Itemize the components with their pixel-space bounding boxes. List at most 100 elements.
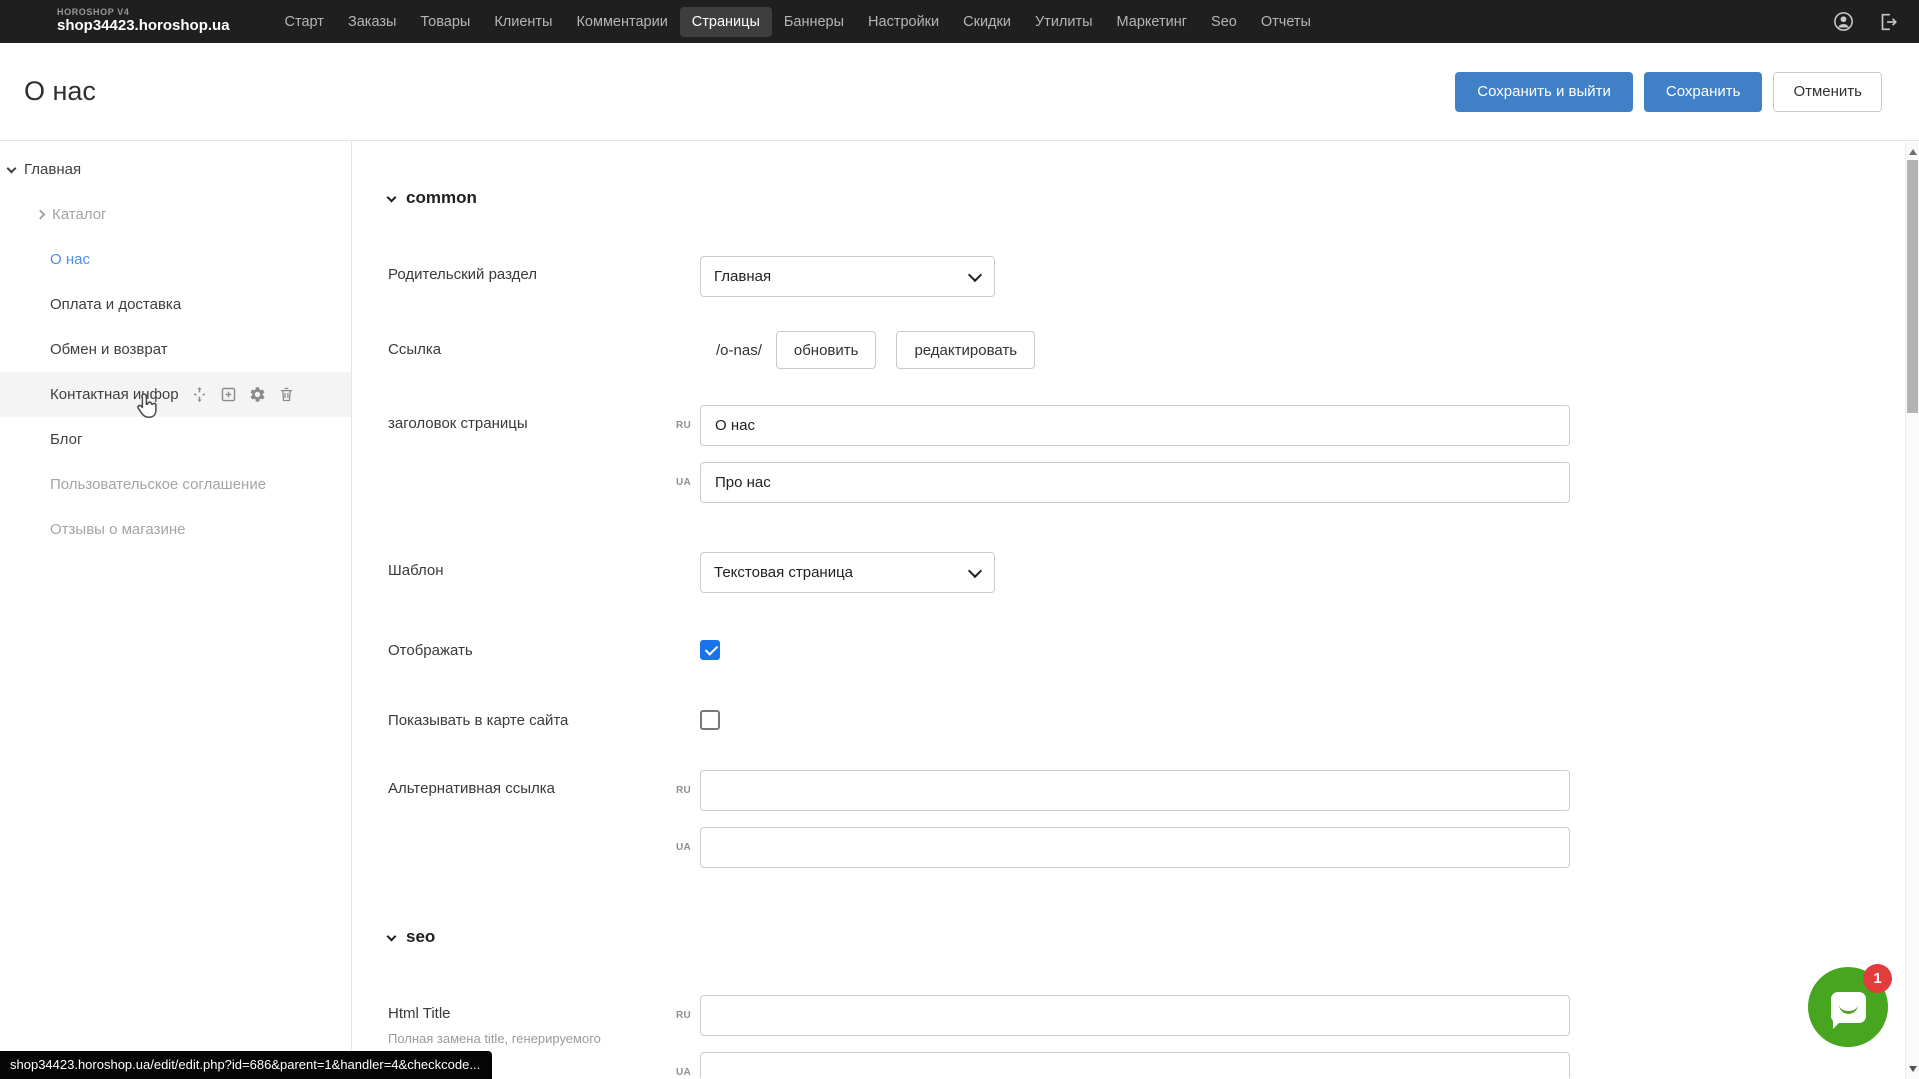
page-title: О нас — [24, 76, 96, 107]
chat-widget: 1 — [1808, 967, 1888, 1047]
tree-item-blog[interactable]: Блог — [0, 417, 351, 462]
nav-marketing[interactable]: Маркетинг — [1105, 7, 1200, 37]
html-title-ru-input[interactable] — [700, 995, 1570, 1036]
section-common-title: common — [406, 188, 477, 208]
vertical-scrollbar — [1905, 142, 1919, 1079]
tree-item-oplata[interactable]: Оплата и доставка — [0, 282, 351, 327]
scrollbar-down-arrow[interactable] — [1909, 1066, 1917, 1072]
parent-section-select[interactable]: Главная — [700, 256, 995, 297]
link-refresh-button[interactable]: обновить — [776, 331, 877, 369]
chevron-down-icon[interactable] — [7, 163, 17, 173]
alt-link-row: Альтернативная ссылка RU UA — [388, 770, 1919, 868]
tree-item-soglashenie[interactable]: Пользовательское соглашение — [0, 462, 351, 507]
move-icon[interactable] — [191, 386, 208, 403]
ua-badge: UA — [658, 477, 700, 488]
tree-item-glavnaya[interactable]: Главная — [0, 147, 351, 192]
page-title-label: заголовок страницы — [388, 405, 658, 503]
link-label: Ссылка — [388, 331, 658, 369]
add-page-icon[interactable] — [220, 386, 237, 403]
ru-badge: RU — [658, 420, 700, 431]
tree-item-label: Отзывы о магазине — [50, 521, 185, 538]
nav-settings[interactable]: Настройки — [856, 7, 951, 37]
nav-discounts[interactable]: Скидки — [951, 7, 1023, 37]
nav-banners[interactable]: Баннеры — [772, 7, 856, 37]
tree-item-label: О нас — [50, 251, 90, 268]
nav-utilities[interactable]: Утилиты — [1023, 7, 1105, 37]
logout-icon[interactable] — [1877, 11, 1899, 33]
section-common[interactable]: common — [388, 188, 1919, 208]
tree-item-katalog[interactable]: Каталог — [0, 192, 351, 237]
ua-badge: UA — [658, 1067, 700, 1078]
brand[interactable]: HOROSHOP V4 shop34423.horoshop.ua — [57, 8, 230, 34]
tree-item-label: Обмен и возврат — [50, 341, 168, 358]
tree-item-label: Каталог — [52, 206, 107, 223]
tree-item-obmen[interactable]: Обмен и возврат — [0, 327, 351, 372]
trash-icon[interactable] — [278, 386, 295, 403]
scrollbar-up-arrow[interactable] — [1909, 149, 1917, 155]
tree-item-label: Блог — [50, 431, 82, 448]
page-title-row: заголовок страницы RU UA — [388, 405, 1919, 503]
page-edit-form: common Родительский раздел Главная Ссылк… — [352, 141, 1919, 1078]
alt-link-ru-input[interactable] — [700, 770, 1570, 811]
scrollbar-thumb[interactable] — [1907, 160, 1918, 413]
display-row: Отображать — [388, 640, 1919, 660]
ua-badge: UA — [658, 842, 700, 853]
tree-item-label: Пользовательское соглашение — [50, 476, 266, 493]
nav-comments[interactable]: Комментарии — [564, 7, 679, 37]
parent-section-row: Родительский раздел Главная — [388, 256, 1919, 297]
sitemap-row: Показывать в карте сайта — [388, 710, 1919, 730]
link-row: Ссылка /o-nas/ обновить редактировать — [388, 331, 1919, 369]
page-title-ru-input[interactable] — [700, 405, 1570, 446]
topbar: HOROSHOP V4 shop34423.horoshop.ua Старт … — [0, 0, 1919, 43]
save-and-exit-button[interactable]: Сохранить и выйти — [1455, 72, 1633, 112]
parent-section-label: Родительский раздел — [388, 256, 658, 297]
parent-section-select-wrap: Главная — [700, 256, 995, 297]
display-checkbox[interactable] — [700, 640, 720, 660]
alt-link-label: Альтернативная ссылка — [388, 770, 658, 868]
template-select-wrap: Текстовая страница — [700, 552, 995, 593]
pages-tree-sidebar: Главная Каталог О нас Оплата и доставка … — [0, 141, 352, 1078]
nav-pages[interactable]: Страницы — [680, 7, 772, 37]
html-title-ua-input[interactable] — [700, 1052, 1570, 1078]
chat-bubble-icon — [1831, 992, 1866, 1023]
html-title-hint: Полная замена title, генерируемого — [388, 1031, 648, 1046]
tree-item-o-nas[interactable]: О нас — [0, 237, 351, 282]
sitemap-checkbox[interactable] — [700, 710, 720, 730]
tree-item-label: Контактная инфор — [50, 386, 179, 403]
nav-orders[interactable]: Заказы — [336, 7, 408, 37]
section-seo[interactable]: seo — [388, 927, 1919, 947]
sitemap-label: Показывать в карте сайта — [388, 712, 658, 729]
page-title-ua-input[interactable] — [700, 462, 1570, 503]
link-path: /o-nas/ — [716, 342, 762, 359]
brand-domain: shop34423.horoshop.ua — [57, 18, 230, 35]
alt-link-ua-input[interactable] — [700, 827, 1570, 868]
section-seo-title: seo — [406, 927, 435, 947]
user-account-icon[interactable] — [1832, 10, 1855, 33]
tree-item-kontaktnaya[interactable]: Контактная инфор — [0, 372, 351, 417]
display-label: Отображать — [388, 642, 658, 659]
link-edit-button[interactable]: редактировать — [896, 331, 1035, 369]
ru-badge: RU — [658, 1010, 700, 1021]
top-navigation: Старт Заказы Товары Клиенты Комментарии … — [273, 7, 1323, 37]
chat-unread-badge: 1 — [1863, 964, 1892, 993]
chevron-down-icon — [387, 192, 397, 202]
tree-item-otzyvy[interactable]: Отзывы о магазине — [0, 507, 351, 552]
page-header: О нас Сохранить и выйти Сохранить Отмени… — [0, 43, 1919, 141]
nav-seo[interactable]: Seo — [1199, 7, 1249, 37]
nav-start[interactable]: Старт — [273, 7, 336, 37]
status-url-tooltip: shop34423.horoshop.ua/edit/edit.php?id=6… — [0, 1051, 492, 1079]
nav-products[interactable]: Товары — [408, 7, 482, 37]
cancel-button[interactable]: Отменить — [1773, 72, 1882, 112]
nav-clients[interactable]: Клиенты — [482, 7, 564, 37]
template-row: Шаблон Текстовая страница — [388, 552, 1919, 593]
html-title-row: Html Title Полная замена title, генериру… — [388, 995, 1919, 1078]
template-label: Шаблон — [388, 552, 658, 593]
chevron-down-icon — [387, 931, 397, 941]
nav-reports[interactable]: Отчеты — [1249, 7, 1323, 37]
template-select[interactable]: Текстовая страница — [700, 552, 995, 593]
tree-item-label: Главная — [24, 161, 81, 178]
chevron-right-icon[interactable] — [36, 210, 46, 220]
html-title-label: Html Title — [388, 1005, 658, 1022]
gear-icon[interactable] — [249, 386, 266, 403]
save-button[interactable]: Сохранить — [1644, 72, 1763, 112]
